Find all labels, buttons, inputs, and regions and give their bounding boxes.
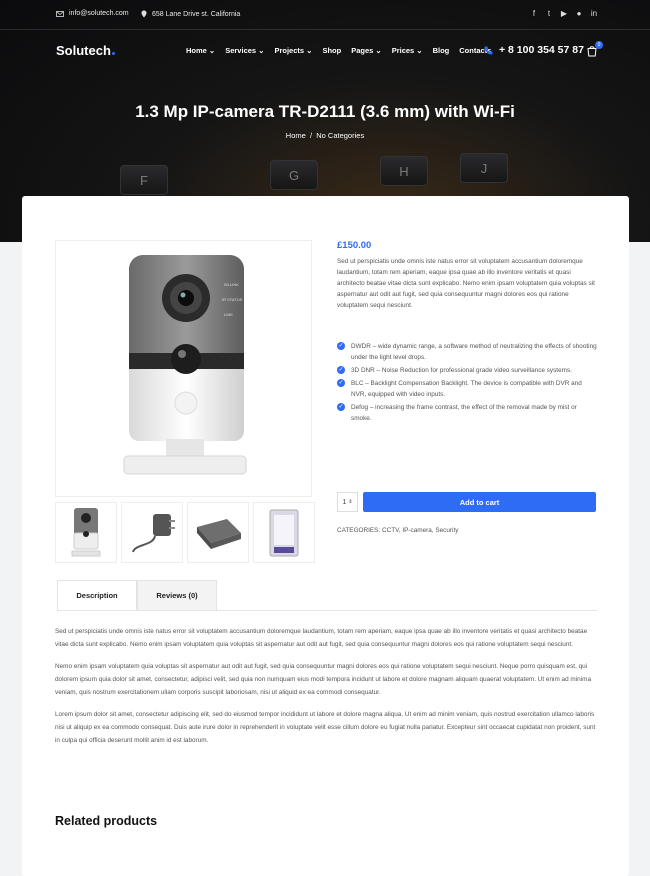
- breadcrumb-home[interactable]: Home: [286, 131, 306, 140]
- keyboard-key: G: [270, 160, 318, 190]
- facebook-icon[interactable]: f: [530, 10, 538, 18]
- description-paragraph: Nemo enim ipsam voluptatem quia voluptas…: [55, 663, 592, 696]
- product-tabs: Description Reviews (0): [57, 580, 217, 611]
- keyboard-key: F: [120, 165, 168, 195]
- add-to-cart-button[interactable]: Add to cart: [363, 492, 596, 512]
- power-adapter-icon: [131, 514, 175, 553]
- related-products-heading: Related products: [55, 814, 158, 828]
- camera-image: Wi-LINK IR STATUS LINK: [123, 255, 247, 475]
- description-paragraph: Lorem ipsum dolor sit amet, consectetur …: [55, 711, 596, 744]
- keyboard-key: J: [460, 153, 508, 183]
- mail-icon: [56, 10, 64, 17]
- nav-item-shop[interactable]: Shop: [322, 46, 341, 55]
- device-box-icon: [196, 518, 241, 549]
- main-nav: Solutech Home ⌄ Services ⌄ Projects ⌄ Sh…: [0, 38, 650, 64]
- feature-item: ✓ Defog – increasing the frame contrast, …: [337, 403, 577, 422]
- cart-button[interactable]: 0: [586, 41, 603, 57]
- stepper-arrows-icon: ⇕: [348, 499, 353, 505]
- twitter-icon[interactable]: t: [545, 10, 553, 18]
- camera-label-wifi: Wi-LINK: [224, 282, 239, 287]
- check-icon: ✓: [337, 366, 345, 374]
- check-icon: ✓: [337, 403, 345, 411]
- phone-icon: [484, 46, 493, 54]
- feature-list: ✓ DWDR – wide dynamic range, a software m…: [337, 341, 597, 424]
- product-price: £150.00: [337, 240, 372, 251]
- nav-item-services[interactable]: Services ⌄: [225, 46, 264, 55]
- email-contact[interactable]: info@solutech.com: [56, 10, 129, 17]
- top-bar: info@solutech.com 658 Lane Drive st. Cal…: [0, 0, 650, 30]
- linkedin-icon[interactable]: in: [590, 10, 598, 18]
- phone-number: + 8 100 354 57 87: [499, 44, 584, 56]
- nav-item-projects[interactable]: Projects ⌄: [274, 46, 312, 55]
- thumbnail-adapter[interactable]: [121, 502, 183, 563]
- product-card: Wi-LINK IR STATUS LINK £150.00 Sed ut pe…: [22, 196, 629, 876]
- check-icon: ✓: [337, 379, 345, 387]
- logo[interactable]: Solutech: [56, 43, 115, 58]
- github-icon[interactable]: ●: [575, 10, 583, 18]
- product-short-description: Sed ut perspiciatis unde omnis iste natu…: [337, 258, 595, 309]
- nav-item-blog[interactable]: Blog: [433, 46, 450, 55]
- youtube-icon[interactable]: ▶: [560, 10, 568, 18]
- email-text: info@solutech.com: [69, 10, 129, 17]
- nav-item-home[interactable]: Home ⌄: [186, 46, 215, 55]
- breadcrumb-current: No Categories: [316, 131, 365, 140]
- camera-label-link: LINK: [224, 312, 233, 317]
- tab-reviews[interactable]: Reviews (0): [137, 580, 217, 611]
- product-thumbnails: [55, 502, 315, 563]
- social-links: f t ▶ ● in: [530, 10, 598, 18]
- product-categories: CATEGORIES: CCTV, IP-camera, Security: [337, 527, 459, 534]
- breadcrumb: Home / No Categories: [0, 131, 650, 140]
- page-title: 1.3 Mp IP-camera TR-D2111 (3.6 mm) with …: [135, 102, 515, 121]
- quantity-stepper[interactable]: 1 ⇕: [337, 492, 358, 512]
- map-pin-icon: [141, 10, 147, 18]
- address-text: 658 Lane Drive st. California: [152, 10, 241, 18]
- thumbnail-drive[interactable]: [253, 502, 315, 563]
- description-paragraph: Sed ut perspiciatis unde omnis iste natu…: [55, 628, 588, 648]
- nav-menu: Home ⌄ Services ⌄ Projects ⌄ Shop Pages …: [186, 46, 501, 55]
- product-main-image[interactable]: Wi-LINK IR STATUS LINK: [55, 240, 312, 497]
- thumbnail-box[interactable]: [187, 502, 249, 563]
- camera-thumb-icon: [71, 508, 101, 557]
- hard-drive-icon: [269, 509, 299, 556]
- thumbnail-camera[interactable]: [55, 502, 117, 563]
- check-icon: ✓: [337, 342, 345, 350]
- nav-item-pages[interactable]: Pages ⌄: [351, 46, 381, 55]
- cart-count-badge: 0: [595, 41, 603, 49]
- description-content: Sed ut perspiciatis unde omnis iste natu…: [55, 625, 600, 756]
- camera-label-ir: IR STATUS: [222, 297, 243, 302]
- tab-description[interactable]: Description: [57, 580, 137, 611]
- address-contact: 658 Lane Drive st. California: [141, 10, 240, 18]
- keyboard-key: H: [380, 156, 428, 186]
- breadcrumb-separator: /: [309, 131, 313, 140]
- product-summary: £150.00 Sed ut perspiciatis unde omnis i…: [337, 240, 597, 426]
- feature-item: ✓ 3D DNR – Noise Reduction for profession…: [337, 366, 572, 374]
- feature-item: ✓ DWDR – wide dynamic range, a software m…: [337, 342, 597, 361]
- tab-divider: [57, 610, 597, 611]
- phone-contact[interactable]: + 8 100 354 57 87: [484, 44, 584, 56]
- nav-item-prices[interactable]: Prices ⌄: [392, 46, 423, 55]
- feature-item: ✓ BLC – Backlight Compensation Backlight.…: [337, 379, 582, 398]
